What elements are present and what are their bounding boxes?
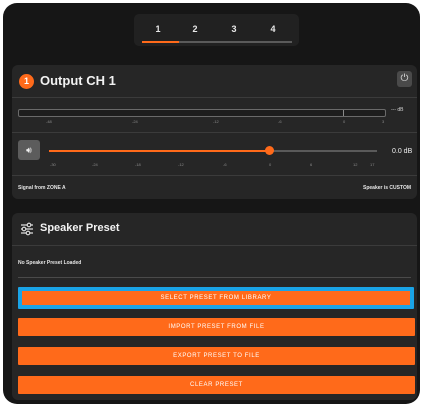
meter-clip-marker — [343, 110, 344, 116]
app-window: 1 2 3 4 1 Output CH 1 ⏻ --- dB -48 -24 -… — [3, 3, 420, 404]
meter-tick: 3 — [382, 119, 385, 124]
fader-tick: 17 — [370, 162, 375, 167]
meter-tick: -6 — [278, 119, 282, 124]
fader-tick: -18 — [135, 162, 141, 167]
import-preset-button[interactable]: IMPORT PRESET FROM FILE — [18, 318, 415, 336]
output-title: Output CH 1 — [40, 73, 116, 88]
tab-4[interactable]: 4 — [253, 14, 293, 44]
divider — [12, 97, 417, 98]
preset-title: Speaker Preset — [40, 222, 120, 234]
fader-tick: 6 — [310, 162, 313, 167]
select-preset-button[interactable]: SELECT PRESET FROM LIBRARY — [18, 287, 414, 309]
sliders-icon — [21, 222, 33, 236]
divider — [12, 175, 417, 176]
level-meter — [18, 109, 386, 117]
fader-tick: -12 — [178, 162, 184, 167]
power-icon: ⏻ — [400, 73, 409, 84]
divider — [18, 277, 411, 278]
output-panel: 1 Output CH 1 ⏻ --- dB -48 -24 -12 -6 0 … — [12, 65, 417, 199]
meter-tick: -24 — [132, 119, 138, 124]
channel-badge: 1 — [19, 74, 34, 89]
signal-source: Signal from ZONE A — [18, 185, 66, 191]
mute-button[interactable]: 🔊︎ — [18, 140, 40, 160]
speaker-status: Speaker is CUSTOM — [363, 185, 411, 191]
meter-tick: 0 — [343, 119, 346, 124]
meter-tick: -12 — [213, 119, 219, 124]
fader-tick: -30 — [50, 162, 56, 167]
tab-3[interactable]: 3 — [214, 14, 254, 44]
preset-status: No Speaker Preset Loaded — [18, 260, 82, 266]
gain-fader-handle[interactable] — [265, 146, 274, 155]
divider — [12, 132, 417, 133]
channel-tabs: 1 2 3 4 — [134, 14, 299, 46]
tab-1[interactable]: 1 — [138, 14, 178, 44]
speaker-preset-panel: Speaker Preset No Speaker Preset Loaded … — [12, 213, 417, 400]
export-preset-button[interactable]: EXPORT PRESET TO FILE — [18, 347, 415, 365]
tab-2[interactable]: 2 — [175, 14, 215, 44]
fader-tick: 0 — [269, 162, 272, 167]
speaker-icon: 🔊︎ — [26, 145, 32, 155]
clear-preset-button[interactable]: CLEAR PRESET — [18, 376, 415, 394]
fader-tick: -6 — [223, 162, 227, 167]
gain-fader-fill — [49, 150, 270, 152]
fader-tick: 12 — [353, 162, 358, 167]
gain-value: 0.0 dB — [392, 148, 413, 155]
power-button[interactable]: ⏻ — [397, 71, 412, 87]
meter-tick: -48 — [46, 119, 52, 124]
tab-active-indicator — [142, 41, 179, 43]
fader-tick: -24 — [92, 162, 98, 167]
meter-db-readout: --- dB — [391, 107, 404, 113]
divider — [12, 245, 417, 246]
